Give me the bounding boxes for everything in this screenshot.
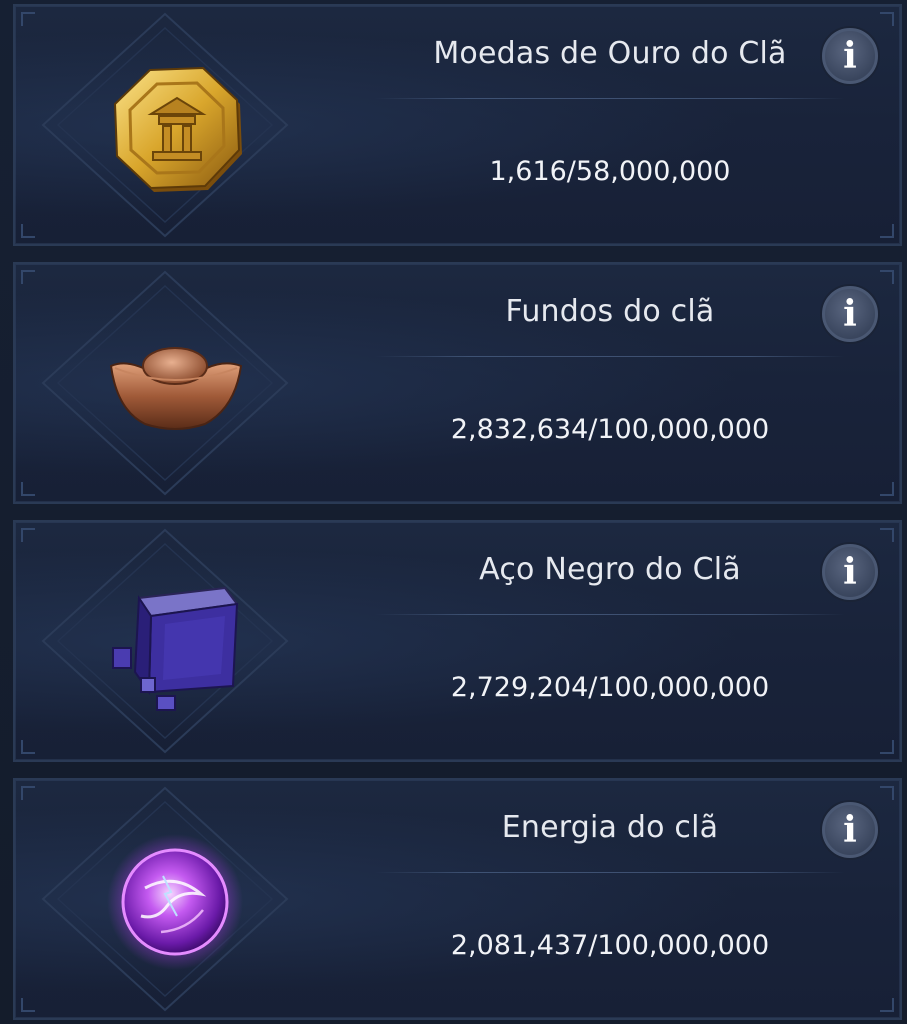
resource-value: 2,832,634/100,000,000 — [450, 414, 770, 445]
divider — [375, 872, 845, 873]
corner-ornament — [21, 786, 35, 800]
resource-card-clan-black-steel: Aço Negro do Clã 2,729,204/100,000,000 i — [13, 520, 902, 762]
resource-title: Energia do clã — [501, 810, 719, 845]
resource-value: 2,729,204/100,000,000 — [450, 672, 770, 703]
resource-title: Aço Negro do Clã — [479, 552, 741, 587]
resource-title: Fundos do clã — [505, 294, 715, 329]
info-button[interactable]: i — [822, 28, 878, 84]
clan-funds-ingot-icon — [109, 347, 243, 430]
clan-black-steel-cube-icon — [112, 586, 239, 711]
info-button[interactable]: i — [822, 286, 878, 342]
info-icon: i — [843, 293, 857, 335]
resource-title: Moedas de Ouro do Clã — [433, 36, 787, 71]
icon-frame — [35, 6, 295, 244]
corner-ornament — [880, 482, 894, 496]
clan-resources-list: Moedas de Ouro do Clã 1,616/58,000,000 i — [0, 0, 907, 1024]
corner-ornament — [21, 740, 35, 754]
corner-ornament — [21, 224, 35, 238]
info-icon: i — [843, 35, 857, 77]
corner-ornament — [21, 270, 35, 284]
resource-card-clan-energy: Energia do clã 2,081,437/100,000,000 i — [13, 778, 902, 1020]
resource-value: 2,081,437/100,000,000 — [450, 930, 770, 961]
icon-frame — [35, 522, 295, 760]
corner-ornament — [880, 270, 894, 284]
icon-frame — [35, 780, 295, 1018]
corner-ornament — [21, 528, 35, 542]
info-button[interactable]: i — [822, 544, 878, 600]
corner-ornament — [21, 998, 35, 1012]
corner-ornament — [880, 998, 894, 1012]
corner-ornament — [21, 12, 35, 26]
icon-frame — [35, 264, 295, 502]
corner-ornament — [21, 482, 35, 496]
corner-ornament — [880, 12, 894, 26]
resource-card-clan-funds: Fundos do clã 2,832,634/100,000,000 i — [13, 262, 902, 504]
info-icon: i — [843, 551, 857, 593]
resource-value: 1,616/58,000,000 — [489, 156, 731, 187]
corner-ornament — [880, 224, 894, 238]
corner-ornament — [880, 786, 894, 800]
divider — [375, 614, 845, 615]
corner-ornament — [880, 528, 894, 542]
clan-energy-orb-icon — [107, 834, 243, 970]
divider — [375, 356, 845, 357]
info-icon: i — [843, 809, 857, 851]
clan-gold-coin-icon — [113, 66, 242, 192]
corner-ornament — [880, 740, 894, 754]
info-button[interactable]: i — [822, 802, 878, 858]
divider — [375, 98, 845, 99]
resource-card-clan-gold: Moedas de Ouro do Clã 1,616/58,000,000 i — [13, 4, 902, 246]
